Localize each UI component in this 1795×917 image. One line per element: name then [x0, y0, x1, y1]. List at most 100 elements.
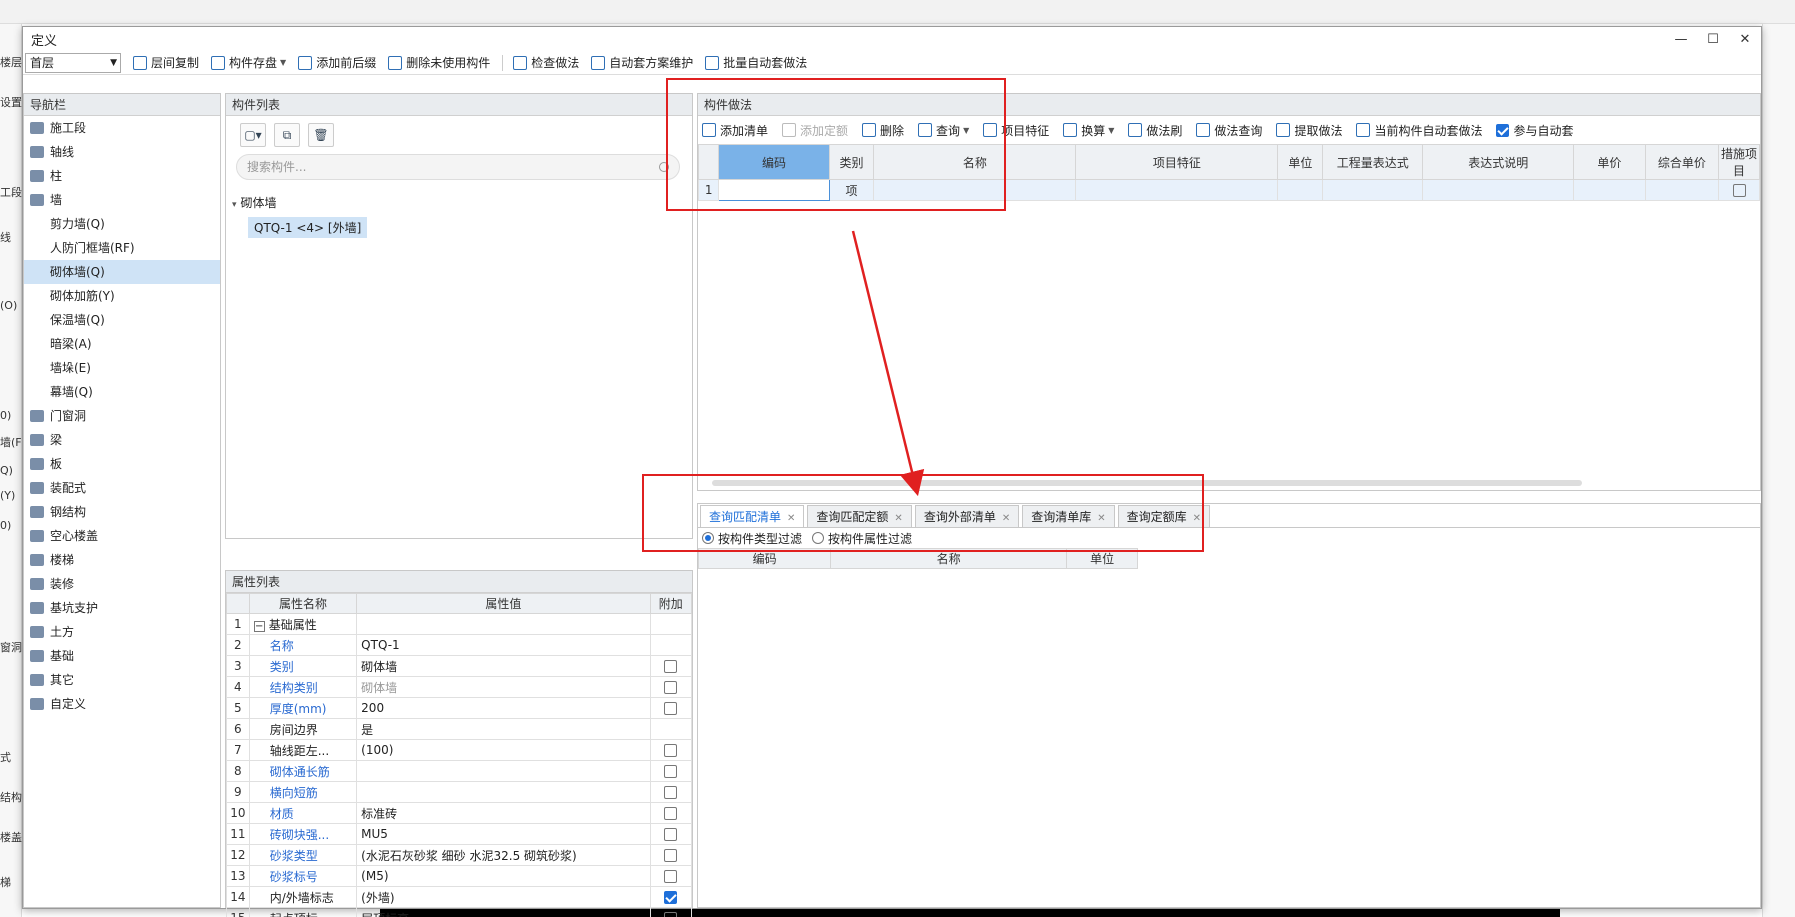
nav-item[interactable]: 施工段 [24, 116, 220, 140]
nav-item[interactable]: 其它 [24, 668, 220, 692]
nav-item[interactable]: 钢结构 [24, 500, 220, 524]
property-row[interactable]: 1− 基础属性 [226, 613, 693, 635]
property-value[interactable]: (M5) [356, 865, 651, 887]
property-value[interactable]: QTQ-1 [356, 634, 651, 656]
extra-checkbox[interactable] [664, 807, 678, 820]
extra-checkbox[interactable] [664, 891, 678, 904]
nav-item[interactable]: 梁 [24, 428, 220, 452]
nav-item[interactable]: 门窗洞 [24, 404, 220, 428]
property-row[interactable]: 13 砂浆标号 (M5) [226, 865, 693, 887]
save-component-button[interactable]: 构件存盘 ▼ [211, 54, 286, 71]
expression-desc-cell[interactable] [1422, 179, 1575, 201]
property-row[interactable]: 9 横向短筋 [226, 781, 693, 803]
property-value[interactable]: 砌体墙 [356, 655, 651, 677]
property-row[interactable]: 14 内/外墙标志 (外墙) [226, 886, 693, 908]
nav-item[interactable]: 土方 [24, 620, 220, 644]
add-prefix-suffix-button[interactable]: 添加前后缀 [298, 54, 376, 71]
expression-cell[interactable] [1322, 179, 1424, 201]
nav-item[interactable]: 幕墙(Q) [24, 380, 220, 404]
tree-item-qtq-1[interactable]: QTQ-1 <4> [外墙] [248, 217, 368, 238]
property-row[interactable]: 2 名称 QTQ-1 [226, 634, 693, 656]
method-tool-button[interactable]: 换算 ▼ [1063, 122, 1114, 139]
extra-checkbox[interactable] [664, 912, 678, 917]
price-cell[interactable] [1573, 179, 1646, 201]
nav-item[interactable]: 墙 [24, 188, 220, 212]
measure-cell[interactable] [1718, 179, 1760, 201]
property-value[interactable] [356, 613, 651, 635]
copy-component-button[interactable]: ⧉ [274, 123, 300, 147]
nav-item[interactable]: 装修 [24, 572, 220, 596]
property-value[interactable] [356, 760, 651, 782]
nav-item[interactable]: 轴线 [24, 140, 220, 164]
property-row[interactable]: 8 砌体通长筋 [226, 760, 693, 782]
new-component-button[interactable]: ▢▾ [240, 123, 266, 147]
feature-cell[interactable] [1075, 179, 1279, 201]
floor-select[interactable]: 首层 ▼ [25, 52, 121, 73]
nav-item[interactable]: 柱 [24, 164, 220, 188]
nav-item[interactable]: 基坑支护 [24, 596, 220, 620]
extra-checkbox[interactable] [664, 870, 678, 883]
property-value[interactable] [356, 781, 651, 803]
property-value[interactable]: 层顶标高 [356, 907, 651, 917]
property-row[interactable]: 4 结构类别 砌体墙 [226, 676, 693, 698]
nav-item[interactable]: 砌体加筋(Y) [24, 284, 220, 308]
auto-apply-checkbox[interactable]: 参与自动套 [1496, 122, 1573, 139]
close-icon[interactable]: ✕ [1729, 32, 1761, 47]
nav-item[interactable]: 暗梁(A) [24, 332, 220, 356]
collapse-icon[interactable]: − [253, 620, 265, 632]
nav-item[interactable]: 楼梯 [24, 548, 220, 572]
property-value[interactable]: MU5 [356, 823, 651, 845]
method-tool-button[interactable]: 当前构件自动套做法 [1356, 122, 1482, 139]
extra-checkbox[interactable] [664, 660, 678, 673]
nav-item[interactable]: 剪力墙(Q) [24, 212, 220, 236]
property-row[interactable]: 15起点顶标...层顶标高 [226, 907, 693, 917]
copy-between-floors-button[interactable]: 层间复制 [133, 54, 199, 71]
method-tool-button[interactable]: 做法查询 [1196, 122, 1262, 139]
property-value[interactable]: 是 [356, 718, 651, 740]
minimize-icon[interactable]: — [1665, 32, 1697, 47]
extra-checkbox[interactable] [664, 828, 678, 841]
extra-checkbox[interactable] [664, 702, 678, 715]
nav-item[interactable]: 砌体墙(Q) [24, 260, 220, 284]
property-value[interactable]: 砌体墙 [356, 676, 651, 698]
property-value[interactable]: (外墙) [356, 886, 651, 908]
unit-cell[interactable] [1277, 179, 1324, 201]
extra-checkbox[interactable] [664, 744, 678, 757]
property-value[interactable]: 200 [356, 697, 651, 719]
nav-item[interactable]: 人防门框墙(RF) [24, 236, 220, 260]
nav-title: 导航栏 [24, 94, 220, 116]
auto-scheme-button[interactable]: 自动套方案维护 [591, 54, 693, 71]
total-price-cell[interactable] [1644, 179, 1720, 201]
property-row[interactable]: 7 轴线距左... (100) [226, 739, 693, 761]
property-value[interactable]: (100) [356, 739, 651, 761]
property-row[interactable]: 3 类别 砌体墙 [226, 655, 693, 677]
nav-item[interactable]: 空心楼盖 [24, 524, 220, 548]
extra-checkbox[interactable] [664, 786, 678, 799]
nav-item[interactable]: 保温墙(Q) [24, 308, 220, 332]
tree-group[interactable]: ▾ 砌体墙 [232, 194, 692, 211]
property-row[interactable]: 6 房间边界是 [226, 718, 693, 740]
extra-checkbox[interactable] [664, 681, 678, 694]
delete-component-button[interactable]: 🗑 [308, 123, 334, 147]
batch-auto-method-button[interactable]: 批量自动套做法 [705, 54, 807, 71]
property-value[interactable]: (水泥石灰砂浆 细砂 水泥32.5 砌筑砂浆) [356, 844, 651, 866]
extra-checkbox[interactable] [664, 849, 678, 862]
property-row[interactable]: 5 厚度(mm) 200 [226, 697, 693, 719]
check-method-button[interactable]: 检查做法 [513, 54, 579, 71]
property-row[interactable]: 10 材质 标准砖 [226, 802, 693, 824]
nav-item[interactable]: 墙垛(E) [24, 356, 220, 380]
measure-checkbox[interactable] [1732, 184, 1746, 197]
property-row[interactable]: 12 砂浆类型 (水泥石灰砂浆 细砂 水泥32.5 砌筑砂浆) [226, 844, 693, 866]
method-tool-button[interactable]: 提取做法 [1276, 122, 1342, 139]
nav-item[interactable]: 自定义 [24, 692, 220, 716]
maximize-icon[interactable]: ☐ [1697, 32, 1729, 47]
property-value[interactable]: 标准砖 [356, 802, 651, 824]
extra-checkbox[interactable] [664, 765, 678, 778]
component-search-input[interactable]: 搜索构件... [236, 154, 680, 180]
nav-item[interactable]: 基础 [24, 644, 220, 668]
property-row[interactable]: 11 砖砌块强... MU5 [226, 823, 693, 845]
method-tool-button[interactable]: 做法刷 [1128, 122, 1182, 139]
nav-item[interactable]: 板 [24, 452, 220, 476]
nav-item[interactable]: 装配式 [24, 476, 220, 500]
delete-unused-button[interactable]: 删除未使用构件 [388, 54, 490, 71]
